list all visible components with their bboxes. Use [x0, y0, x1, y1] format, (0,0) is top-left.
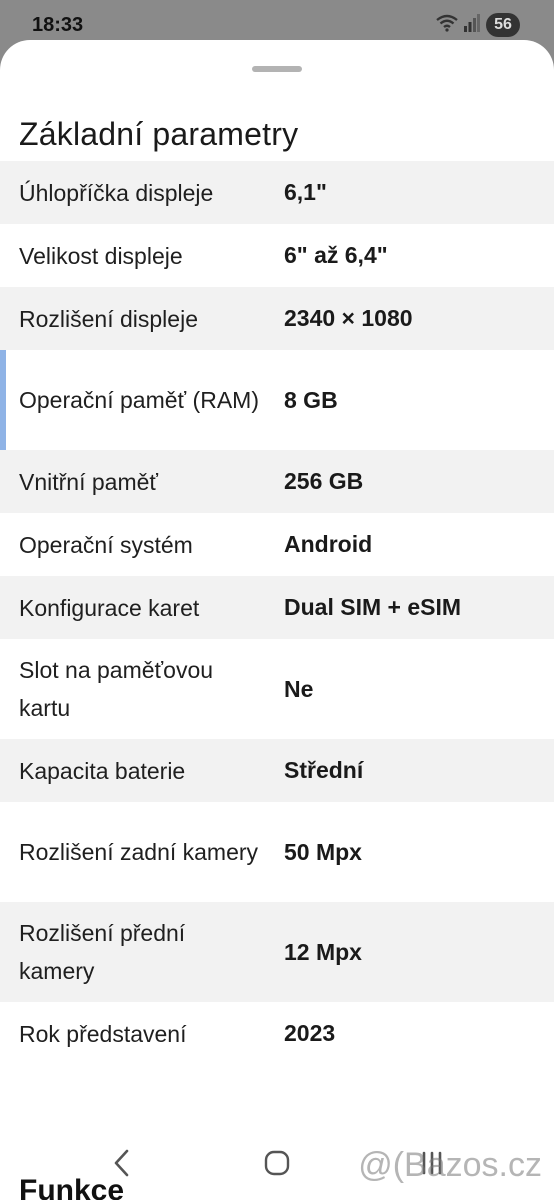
param-value: Střední — [284, 757, 364, 783]
back-icon[interactable] — [104, 1145, 140, 1181]
param-label: Rozlišení displeje — [19, 305, 198, 332]
table-row: Rozlišení přední kamery 12 Mpx — [0, 902, 554, 1002]
home-icon[interactable] — [259, 1145, 295, 1181]
bottom-sheet: Základní parametry Úhlopříčka displeje 6… — [0, 40, 554, 1200]
param-value: 50 Mpx — [284, 838, 362, 865]
watermark: @(Bazos.cz — [358, 1146, 542, 1185]
param-label: Operační paměť (RAM) — [19, 387, 259, 413]
status-icons: 56 — [436, 13, 520, 37]
param-label: Slot na paměťovou kartu — [19, 657, 214, 721]
table-row: Vnitřní paměť 256 GB — [0, 450, 554, 513]
table-row: Velikost displeje 6" až 6,4" — [0, 224, 554, 287]
param-value: 2023 — [284, 1020, 336, 1046]
section-title: Základní parametry — [19, 116, 299, 152]
param-value: 6" až 6,4" — [284, 242, 388, 268]
table-row: Rozlišení displeje 2340 × 1080 — [0, 287, 554, 350]
wifi-icon — [436, 14, 458, 37]
table-row: Úhlopříčka displeje 6,1" — [0, 161, 554, 224]
param-value: 8 GB — [284, 386, 338, 413]
battery-indicator: 56 — [486, 13, 520, 37]
param-label: Rok představení — [19, 1020, 187, 1047]
param-value: Ne — [284, 675, 314, 702]
table-row: Operační paměť (RAM) 8 GB — [0, 350, 554, 450]
signal-icon — [464, 13, 480, 37]
param-label: Vnitřní paměť — [19, 468, 159, 495]
param-value: 6,1" — [284, 179, 327, 205]
param-label: Rozlišení přední kamery — [19, 920, 186, 984]
param-value: Android — [284, 531, 373, 557]
param-label: Operační systém — [19, 531, 193, 558]
table-row: Operační systém Android — [0, 513, 554, 576]
param-label: Kapacita baterie — [19, 757, 186, 784]
table-row: Slot na paměťovou kartu Ne — [0, 639, 554, 739]
drag-handle[interactable] — [252, 66, 302, 72]
param-value: 256 GB — [284, 468, 364, 494]
param-value: 12 Mpx — [284, 938, 362, 965]
table-row: Kapacita baterie Střední — [0, 739, 554, 802]
param-label: Rozlišení zadní kamery — [19, 839, 259, 865]
param-value: Dual SIM + eSIM — [284, 594, 462, 620]
parameters-table: Úhlopříčka displeje 6,1" Velikost disple… — [0, 161, 554, 1065]
watermark-text: Bazos.cz — [404, 1146, 542, 1184]
status-time: 18:33 — [32, 14, 84, 36]
table-row: Rok představení 2023 — [0, 1002, 554, 1065]
param-value: 2340 × 1080 — [284, 305, 413, 331]
param-label: Úhlopříčka displeje — [19, 179, 214, 206]
param-label: Konfigurace karet — [19, 594, 200, 621]
table-row: Rozlišení zadní kamery 50 Mpx — [0, 802, 554, 902]
param-label: Velikost displeje — [19, 242, 183, 269]
at-logo: @( — [358, 1146, 405, 1184]
table-row: Konfigurace karet Dual SIM + eSIM — [0, 576, 554, 639]
